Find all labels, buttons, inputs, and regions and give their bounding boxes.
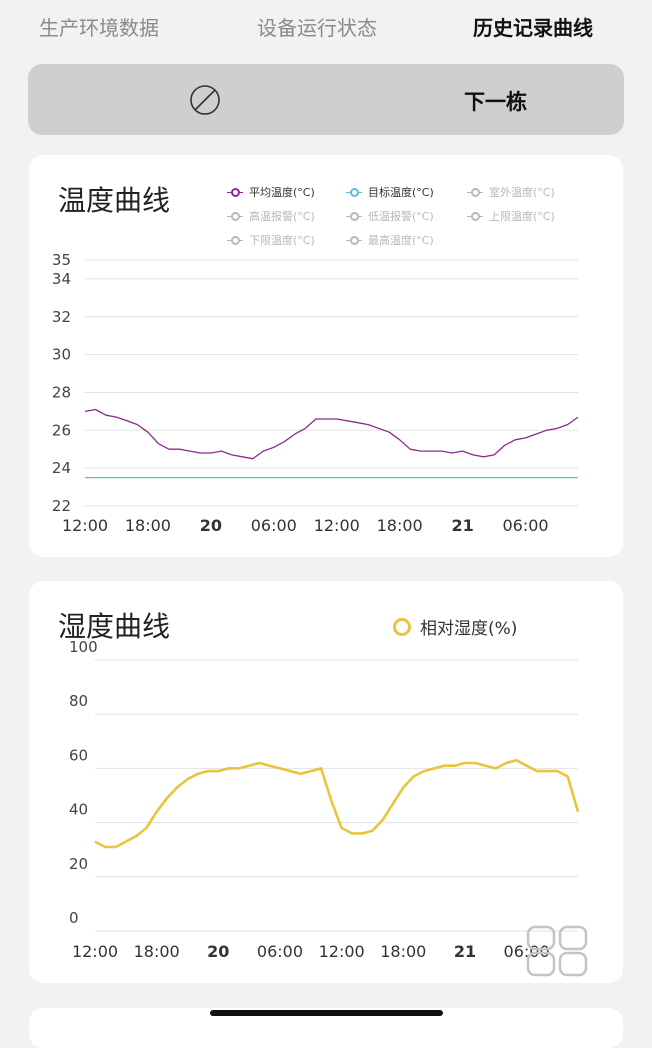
humidity-chart-card: 湿度曲线 相对湿度(%) 0 20 40 60 80 100 12:00 18:00 20 06:… — [29, 581, 623, 983]
temp-y-tick-label: 24 — [52, 459, 71, 477]
temp-y-tick-label: 22 — [52, 497, 71, 515]
home-indicator — [210, 1010, 443, 1016]
hum-y-tick-label: 20 — [69, 855, 88, 873]
grid-view-icon[interactable] — [526, 925, 588, 977]
hum-y-tick-label: 100 — [69, 638, 98, 656]
temp-y-tick-label: 28 — [52, 383, 71, 401]
hum-x-tick-label: 18:00 — [134, 942, 180, 961]
humidity-line-chart: 0 20 40 60 80 100 12:00 18:00 20 06:00 12:00 18:00 2… — [69, 638, 580, 961]
temperature-line-chart: 22 24 26 28 30 32 3435 12:00 18:00 20 06:00 12:00 18… — [52, 251, 579, 535]
temp-y-tick-label: 32 — [52, 308, 71, 326]
temp-x-tick-label: 21 — [451, 516, 473, 535]
hum-x-tick-label: 12:00 — [72, 942, 118, 961]
temp-series-line-0 — [84, 408, 579, 460]
tab-production-environment[interactable]: 生产环境数据 — [39, 12, 159, 41]
temp-x-tick-label: 12:00 — [314, 516, 360, 535]
hum-x-tick-label: 21 — [454, 942, 476, 961]
ban-icon[interactable] — [188, 83, 222, 117]
hum-series-line-0 — [94, 759, 580, 849]
hum-y-tick-label: 80 — [69, 692, 88, 710]
hum-x-tick-label: 12:00 — [319, 942, 365, 961]
temp-x-tick-label: 18:00 — [125, 516, 171, 535]
tab-history-curve[interactable]: 历史记录曲线 — [473, 12, 593, 41]
temp-x-tick-label: 06:00 — [502, 516, 548, 535]
temp-y-tick-label: 26 — [52, 421, 71, 439]
building-switch-bar: 下一栋 — [28, 64, 624, 135]
temp-x-tick-label: 12:00 — [62, 516, 108, 535]
hum-y-tick-label: 60 — [69, 746, 88, 764]
temp-x-tick-label: 18:00 — [377, 516, 423, 535]
hum-x-tick-label: 06:00 — [257, 942, 303, 961]
top-tab-bar: 生产环境数据 设备运行状态 历史记录曲线 — [0, 0, 652, 56]
hum-x-tick-label: 20 — [207, 942, 229, 961]
temp-y-tick-label: 34 — [52, 270, 71, 288]
tab-equipment-status[interactable]: 设备运行状态 — [257, 12, 377, 41]
temp-y-tick-label: 30 — [52, 346, 71, 364]
temp-y-tick-label: 35 — [52, 251, 71, 269]
hum-y-tick-label: 40 — [69, 801, 88, 819]
hum-x-tick-label: 18:00 — [380, 942, 426, 961]
hum-y-tick-label: 0 — [69, 909, 79, 927]
next-building-button[interactable]: 下一栋 — [464, 86, 527, 116]
temp-x-tick-label: 06:00 — [251, 516, 297, 535]
temperature-chart-card: 温度曲线 平均温度(°C) 目标温度(°C) 室外温度(°C) 高温报警(°C)… — [29, 155, 623, 557]
temp-x-tick-label: 20 — [200, 516, 222, 535]
